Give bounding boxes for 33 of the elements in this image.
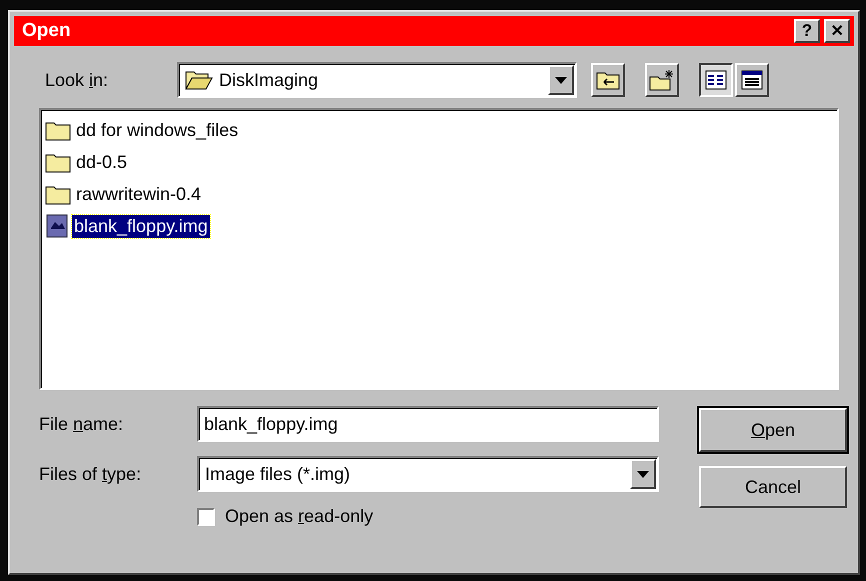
file-type-label: Files of type: (39, 464, 142, 484)
new-folder-icon (649, 69, 675, 91)
new-folder-button[interactable] (645, 63, 679, 97)
image-file-icon (45, 214, 69, 238)
dropdown-arrow-icon (555, 76, 567, 84)
file-item[interactable]: dd-0.5 (74, 150, 130, 174)
up-folder-icon (596, 70, 620, 90)
file-name-field[interactable]: blank_floppy.img (197, 406, 659, 442)
up-folder-button[interactable] (591, 63, 625, 97)
look-in-dropdown[interactable]: DiskImaging (177, 62, 577, 98)
checkbox[interactable] (197, 508, 215, 526)
open-button[interactable]: Open (699, 408, 847, 452)
file-item[interactable]: rawwritewin-0.4 (74, 182, 204, 206)
dropdown-button[interactable] (630, 459, 656, 489)
look-in-label: Look in: (45, 70, 110, 90)
dropdown-button[interactable] (548, 65, 574, 95)
file-item[interactable]: dd for windows_files (74, 118, 240, 142)
cancel-button[interactable]: Cancel (699, 466, 847, 508)
list-view-button[interactable] (699, 63, 733, 97)
help-button[interactable]: ? (794, 19, 820, 43)
look-in-value: DiskImaging (219, 70, 320, 90)
file-type-value: Image files (*.img) (205, 464, 352, 484)
list-view-icon (705, 70, 727, 90)
window-title: Open (22, 20, 71, 42)
close-button[interactable]: ✕ (824, 19, 850, 43)
file-name-label: File name: (39, 414, 124, 434)
file-item[interactable]: blank_floppy.img (72, 214, 210, 238)
details-view-icon (741, 70, 763, 90)
checkbox-label: Open as read-only (225, 506, 374, 527)
folder-icon (185, 69, 213, 91)
dropdown-arrow-icon (637, 470, 649, 478)
details-view-button[interactable] (735, 63, 769, 97)
file-type-dropdown[interactable]: Image files (*.img) (197, 456, 659, 492)
